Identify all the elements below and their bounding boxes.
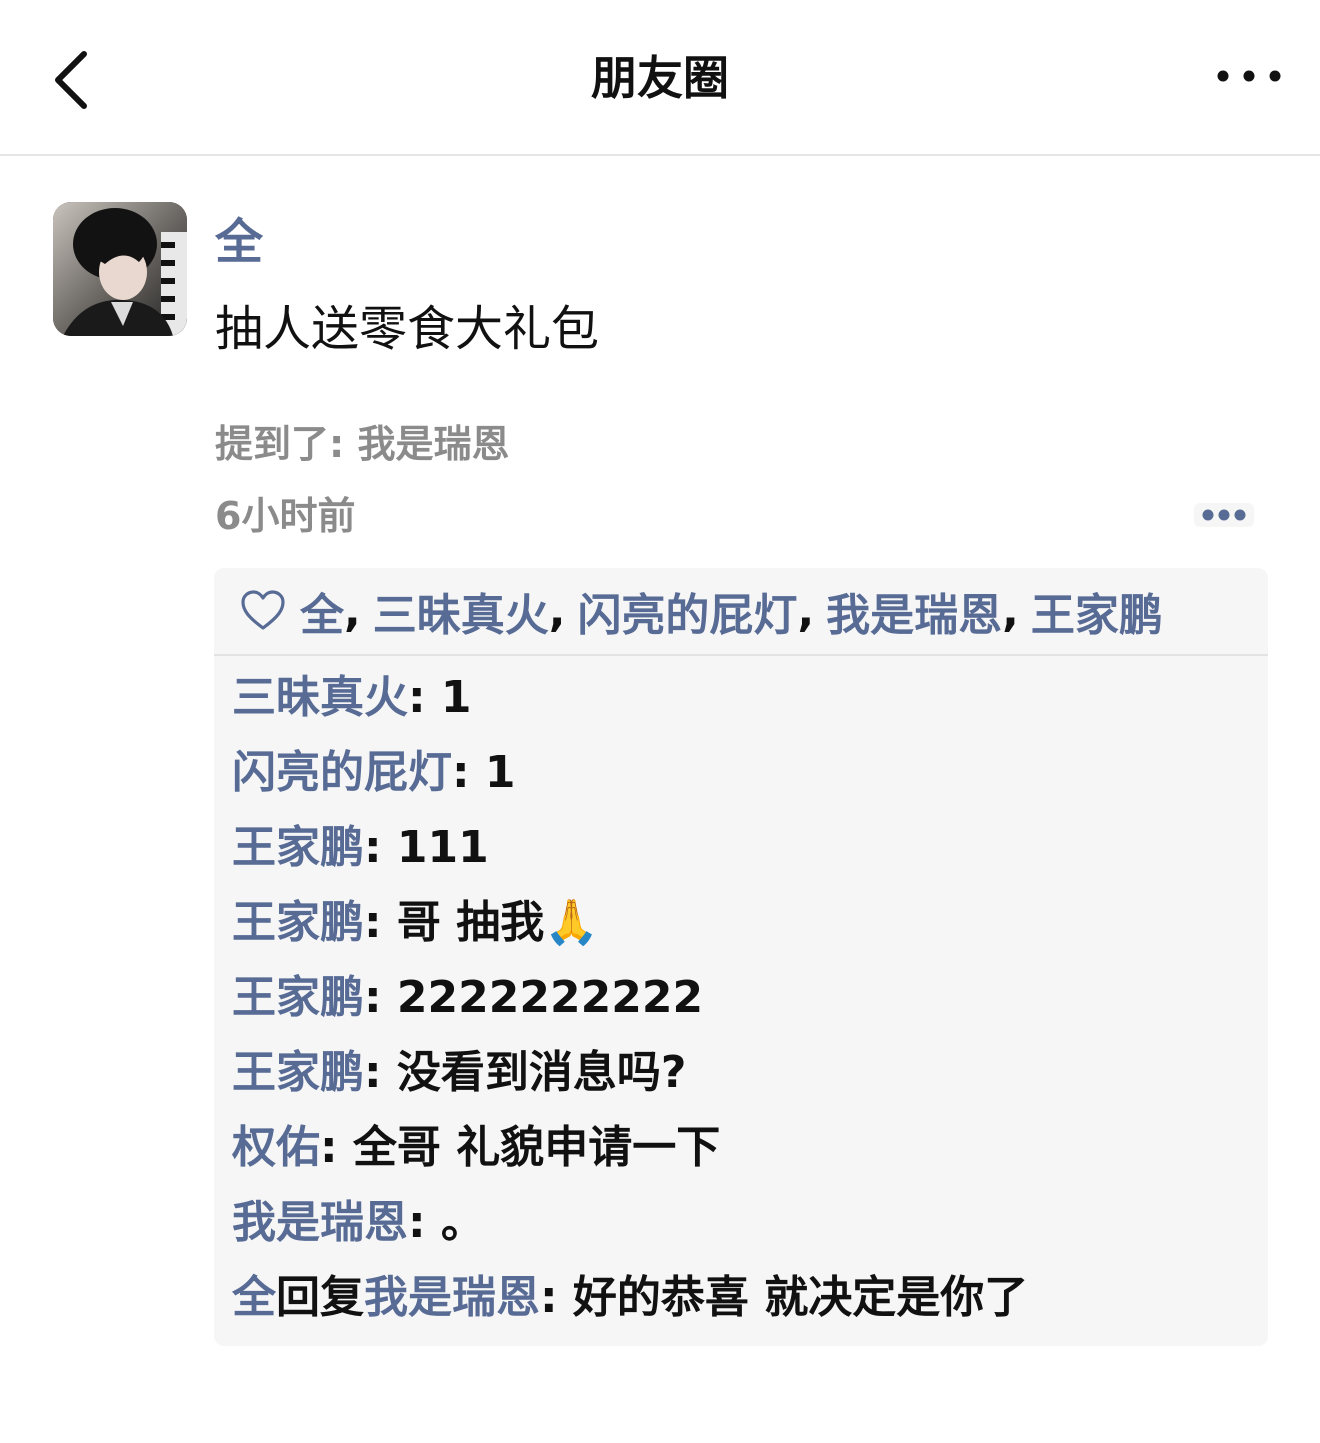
comment-colon: : — [540, 1272, 573, 1323]
comment-item[interactable]: 王家鹏: 111 — [232, 810, 1262, 885]
commenter-name[interactable]: 三昧真火 — [232, 672, 408, 723]
liker-name[interactable]: 闪亮的屁灯 — [577, 579, 797, 643]
comment-text: 1 — [440, 672, 472, 723]
liker-separator: , — [1002, 585, 1019, 637]
comment-item[interactable]: 权佑: 全哥 礼貌申请一下 — [232, 1110, 1262, 1185]
reply-comment-item[interactable]: 全回复我是瑞恩: 好的恭喜 就决定是你了 — [232, 1260, 1262, 1335]
author-name[interactable]: 全 — [215, 210, 263, 274]
comment-item[interactable]: 王家鹏: 没看到消息吗? — [232, 1035, 1262, 1110]
mention-line: 提到了: 我是瑞恩 — [215, 418, 509, 470]
reply-target-name[interactable]: 我是瑞恩 — [364, 1272, 540, 1323]
commenter-name[interactable]: 权佑 — [232, 1122, 320, 1173]
like-comment-button[interactable] — [1188, 496, 1260, 534]
comment-colon: : — [452, 747, 485, 798]
liker-name[interactable]: 三昧真火 — [373, 579, 549, 643]
commenter-name[interactable]: 全 — [232, 1272, 276, 1323]
comment-text: 2222222222 — [396, 972, 704, 1023]
comment-colon: : — [364, 1047, 397, 1098]
heart-icon — [241, 590, 285, 630]
comment-item[interactable]: 王家鹏: 2222222222 — [232, 960, 1262, 1035]
comment-item[interactable]: 闪亮的屁灯: 1 — [232, 735, 1262, 810]
page-title: 朋友圈 — [591, 51, 729, 105]
comment-text: 全哥 礼貌申请一下 — [352, 1122, 721, 1173]
comments-list: 三昧真火: 1 闪亮的屁灯: 1 王家鹏: 111 王家鹏: 哥 抽我🙏 王家鹏… — [232, 660, 1262, 1335]
liker-name[interactable]: 王家鹏 — [1031, 579, 1163, 643]
comment-colon: : — [408, 1197, 441, 1248]
mention-name[interactable]: 我是瑞恩 — [357, 422, 509, 466]
back-button[interactable] — [40, 40, 110, 120]
more-options-button[interactable] — [1214, 56, 1284, 96]
liker-name[interactable]: 我是瑞恩 — [826, 579, 1002, 643]
comment-item[interactable]: 三昧真火: 1 — [232, 660, 1262, 735]
post-time: 6小时前 — [215, 494, 356, 538]
comment-colon: : — [320, 1122, 353, 1173]
comment-text: 哥 抽我🙏 — [396, 897, 600, 948]
comment-item[interactable]: 王家鹏: 哥 抽我🙏 — [232, 885, 1262, 960]
commenter-name[interactable]: 闪亮的屁灯 — [232, 747, 452, 798]
author-avatar[interactable] — [53, 202, 187, 336]
liker-name[interactable]: 全 — [300, 579, 344, 643]
avatar-image — [53, 202, 187, 336]
more-actions-icon — [1194, 503, 1254, 527]
post-text: 抽人送零食大礼包 — [215, 301, 600, 357]
chevron-left-icon — [55, 51, 87, 109]
commenter-name[interactable]: 王家鹏 — [232, 1047, 364, 1098]
reply-word: 回复 — [276, 1272, 364, 1323]
more-dots-icon — [1217, 70, 1281, 82]
comment-text: 111 — [396, 822, 489, 873]
comment-text: 。 — [440, 1197, 485, 1248]
comment-text: 好的恭喜 就决定是你了 — [572, 1272, 1029, 1323]
comment-colon: : — [408, 672, 441, 723]
comment-colon: : — [364, 972, 397, 1023]
comment-text: 1 — [484, 747, 516, 798]
likes-row: 全, 三昧真火, 闪亮的屁灯, 我是瑞恩, 王家鹏 — [214, 568, 1268, 656]
liker-separator: , — [548, 585, 566, 637]
commenter-name[interactable]: 王家鹏 — [232, 822, 364, 873]
likers-list: 全, 三昧真火, 闪亮的屁灯, 我是瑞恩, 王家鹏 — [300, 579, 1163, 643]
comment-colon: : — [364, 897, 397, 948]
comment-colon: : — [364, 822, 397, 873]
liker-separator: , — [344, 585, 361, 637]
comment-item[interactable]: 我是瑞恩: 。 — [232, 1185, 1262, 1260]
commenter-name[interactable]: 王家鹏 — [232, 897, 364, 948]
comment-text: 没看到消息吗? — [396, 1047, 687, 1098]
nav-bar: 朋友圈 — [0, 0, 1320, 156]
commenter-name[interactable]: 我是瑞恩 — [232, 1197, 408, 1248]
commenter-name[interactable]: 王家鹏 — [232, 972, 364, 1023]
liker-separator: , — [797, 585, 815, 637]
interaction-panel: 全, 三昧真火, 闪亮的屁灯, 我是瑞恩, 王家鹏 三昧真火: 1 闪亮的屁灯:… — [214, 568, 1268, 1346]
mention-label: 提到了: — [215, 422, 358, 466]
